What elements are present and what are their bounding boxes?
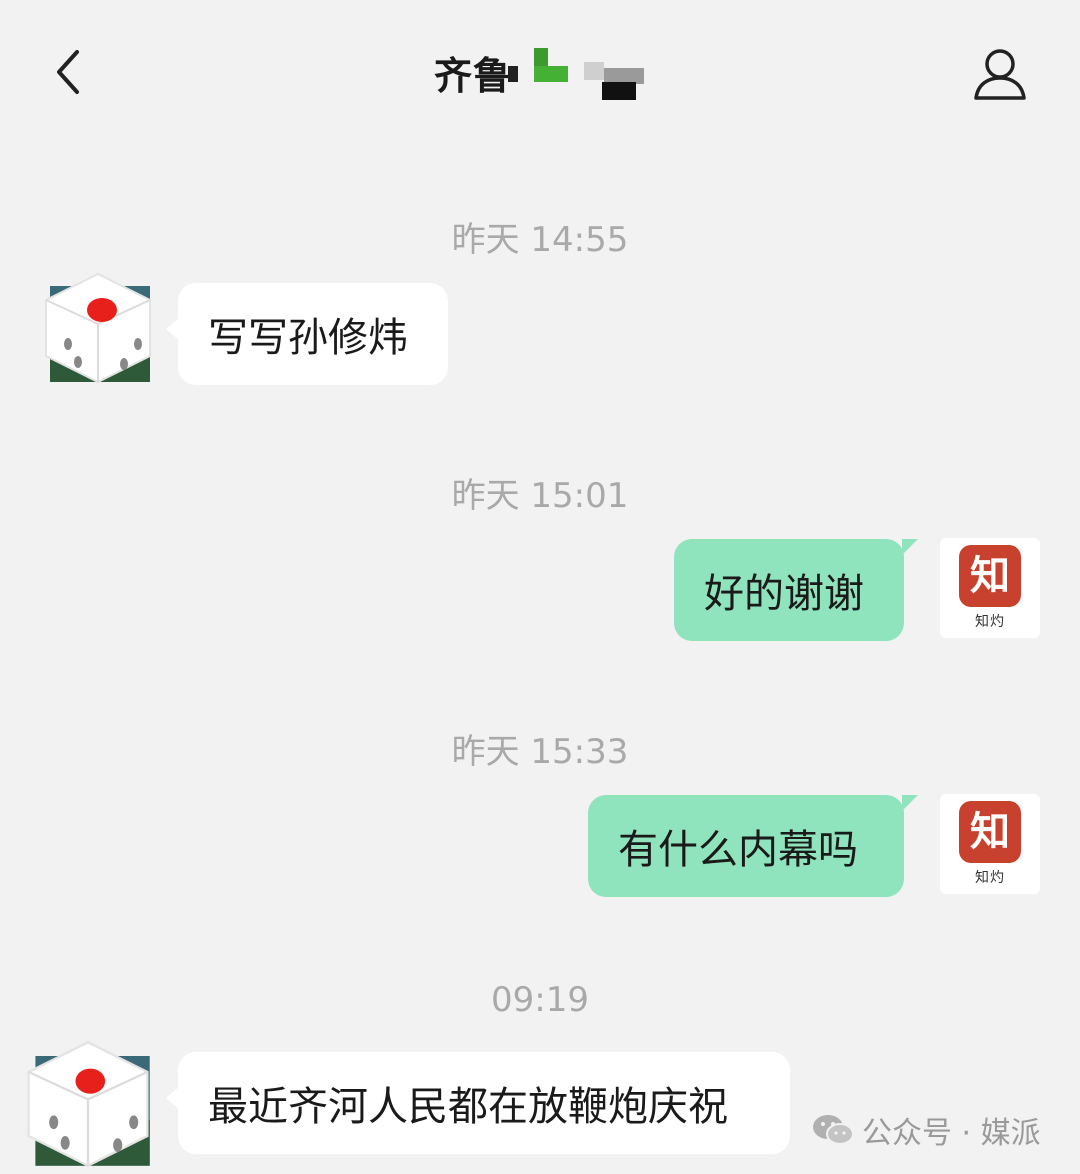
chat-title: 齐鲁 xyxy=(433,53,512,98)
my-avatar[interactable]: 知 知灼 xyxy=(940,538,1040,638)
message-bubble-received[interactable]: 写写孙修炜 xyxy=(166,283,448,385)
wechat-icon xyxy=(813,1115,854,1145)
message-bubble-sent[interactable]: 好的谢谢 xyxy=(674,539,918,641)
chat-title-group: 齐鲁 xyxy=(0,44,1080,100)
seal-logo: 知 xyxy=(959,545,1021,607)
watermark-text: 公众号 · 媒派 xyxy=(862,1116,1041,1151)
avatar-caption: 知灼 xyxy=(975,614,1005,630)
timestamp: 09:19 xyxy=(491,980,589,1020)
profile-button[interactable] xyxy=(968,44,1032,108)
chat-header: 齐鲁 xyxy=(0,0,1080,150)
message-text: 最近齐河人民都在放鞭炮庆祝 xyxy=(208,1084,728,1130)
avatar-caption: 知灼 xyxy=(975,870,1005,886)
watermark: 公众号 · 媒派 xyxy=(812,1108,1041,1152)
message-bubble-received[interactable]: 最近齐河人民都在放鞭炮庆祝 xyxy=(166,1052,790,1154)
person-icon xyxy=(974,49,1026,100)
redacted-name-mosaic xyxy=(506,44,646,100)
message-bubble-sent[interactable]: 有什么内幕吗 xyxy=(588,795,918,897)
timestamp: 昨天 15:33 xyxy=(451,732,629,772)
message-text: 有什么内幕吗 xyxy=(618,827,858,873)
timestamp: 昨天 14:55 xyxy=(451,220,629,260)
contact-avatar[interactable] xyxy=(42,272,154,384)
seal-logo: 知 xyxy=(959,801,1021,863)
timestamp: 昨天 15:01 xyxy=(451,476,629,516)
message-text: 好的谢谢 xyxy=(704,571,864,617)
message-text: 写写孙修炜 xyxy=(208,315,408,361)
my-avatar[interactable]: 知 知灼 xyxy=(940,794,1040,894)
contact-avatar[interactable] xyxy=(24,1040,150,1167)
dice-avatar-icon xyxy=(27,1041,150,1167)
dice-avatar-icon xyxy=(45,272,151,384)
